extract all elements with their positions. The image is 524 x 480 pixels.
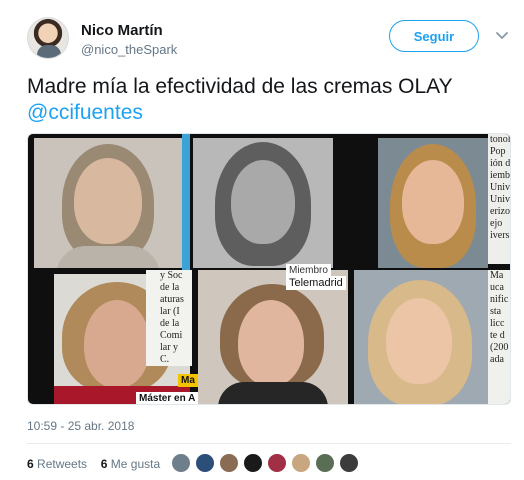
- follow-button[interactable]: Seguir: [389, 20, 479, 52]
- tweet-timestamp[interactable]: 10:59 - 25 abr. 2018: [27, 419, 134, 433]
- newspaper-clip-top-right: tonol Pop ión d iemb Unive Unive erizo e…: [488, 134, 510, 264]
- liker-avatar[interactable]: [242, 452, 264, 474]
- tweet-text: Madre mía la efectividad de las cremas O…: [27, 74, 507, 126]
- liker-avatar[interactable]: [194, 452, 216, 474]
- liker-avatar[interactable]: [218, 452, 240, 474]
- photo-portrait-6: [354, 270, 488, 404]
- tweet-photo[interactable]: tonol Pop ión d iemb Unive Unive erizo e…: [27, 133, 511, 405]
- tweet-card: Nico Martín @nico_theSpark Seguir Madre …: [0, 0, 524, 480]
- newspaper-clip-mid-right: Ma uca nific sta licc te d (200 ada: [488, 270, 510, 404]
- retweets-count[interactable]: 6: [27, 457, 34, 471]
- liker-avatars: [170, 452, 370, 474]
- newspaper-clip-mid-left: y Soc de la aturas lar (I de la Comi lar…: [146, 270, 192, 366]
- photo-portrait-2: [193, 138, 333, 268]
- tweet-header: Nico Martín @nico_theSpark Seguir: [27, 14, 517, 64]
- liker-avatar[interactable]: [266, 452, 288, 474]
- liker-avatar[interactable]: [170, 452, 192, 474]
- divider: [27, 443, 511, 444]
- user-handle[interactable]: @nico_theSpark: [81, 42, 177, 57]
- photo-portrait-5: [198, 270, 348, 404]
- photo-portrait-1: [34, 138, 182, 268]
- photo-portrait-3: [378, 138, 488, 268]
- likes-count[interactable]: 6: [101, 457, 108, 471]
- master-caption: Máster en A: [136, 392, 199, 404]
- engagement-stats: 6 Retweets 6 Me gusta: [27, 457, 160, 471]
- photo-strip: [182, 134, 190, 272]
- tweet-body: Madre mía la efectividad de las cremas O…: [27, 75, 453, 98]
- display-name[interactable]: Nico Martín: [81, 22, 163, 39]
- mention-link[interactable]: @ccifuentes: [27, 100, 507, 126]
- avatar[interactable]: [27, 17, 69, 59]
- telemadrid-label: Telemadrid: [286, 276, 346, 290]
- retweets-label[interactable]: Retweets: [37, 457, 87, 471]
- likes-label[interactable]: Me gusta: [111, 457, 160, 471]
- liker-avatar[interactable]: [314, 452, 336, 474]
- chevron-down-icon[interactable]: [493, 26, 511, 44]
- ma-badge: Ma: [178, 374, 198, 387]
- liker-avatar[interactable]: [290, 452, 312, 474]
- liker-avatar[interactable]: [338, 452, 360, 474]
